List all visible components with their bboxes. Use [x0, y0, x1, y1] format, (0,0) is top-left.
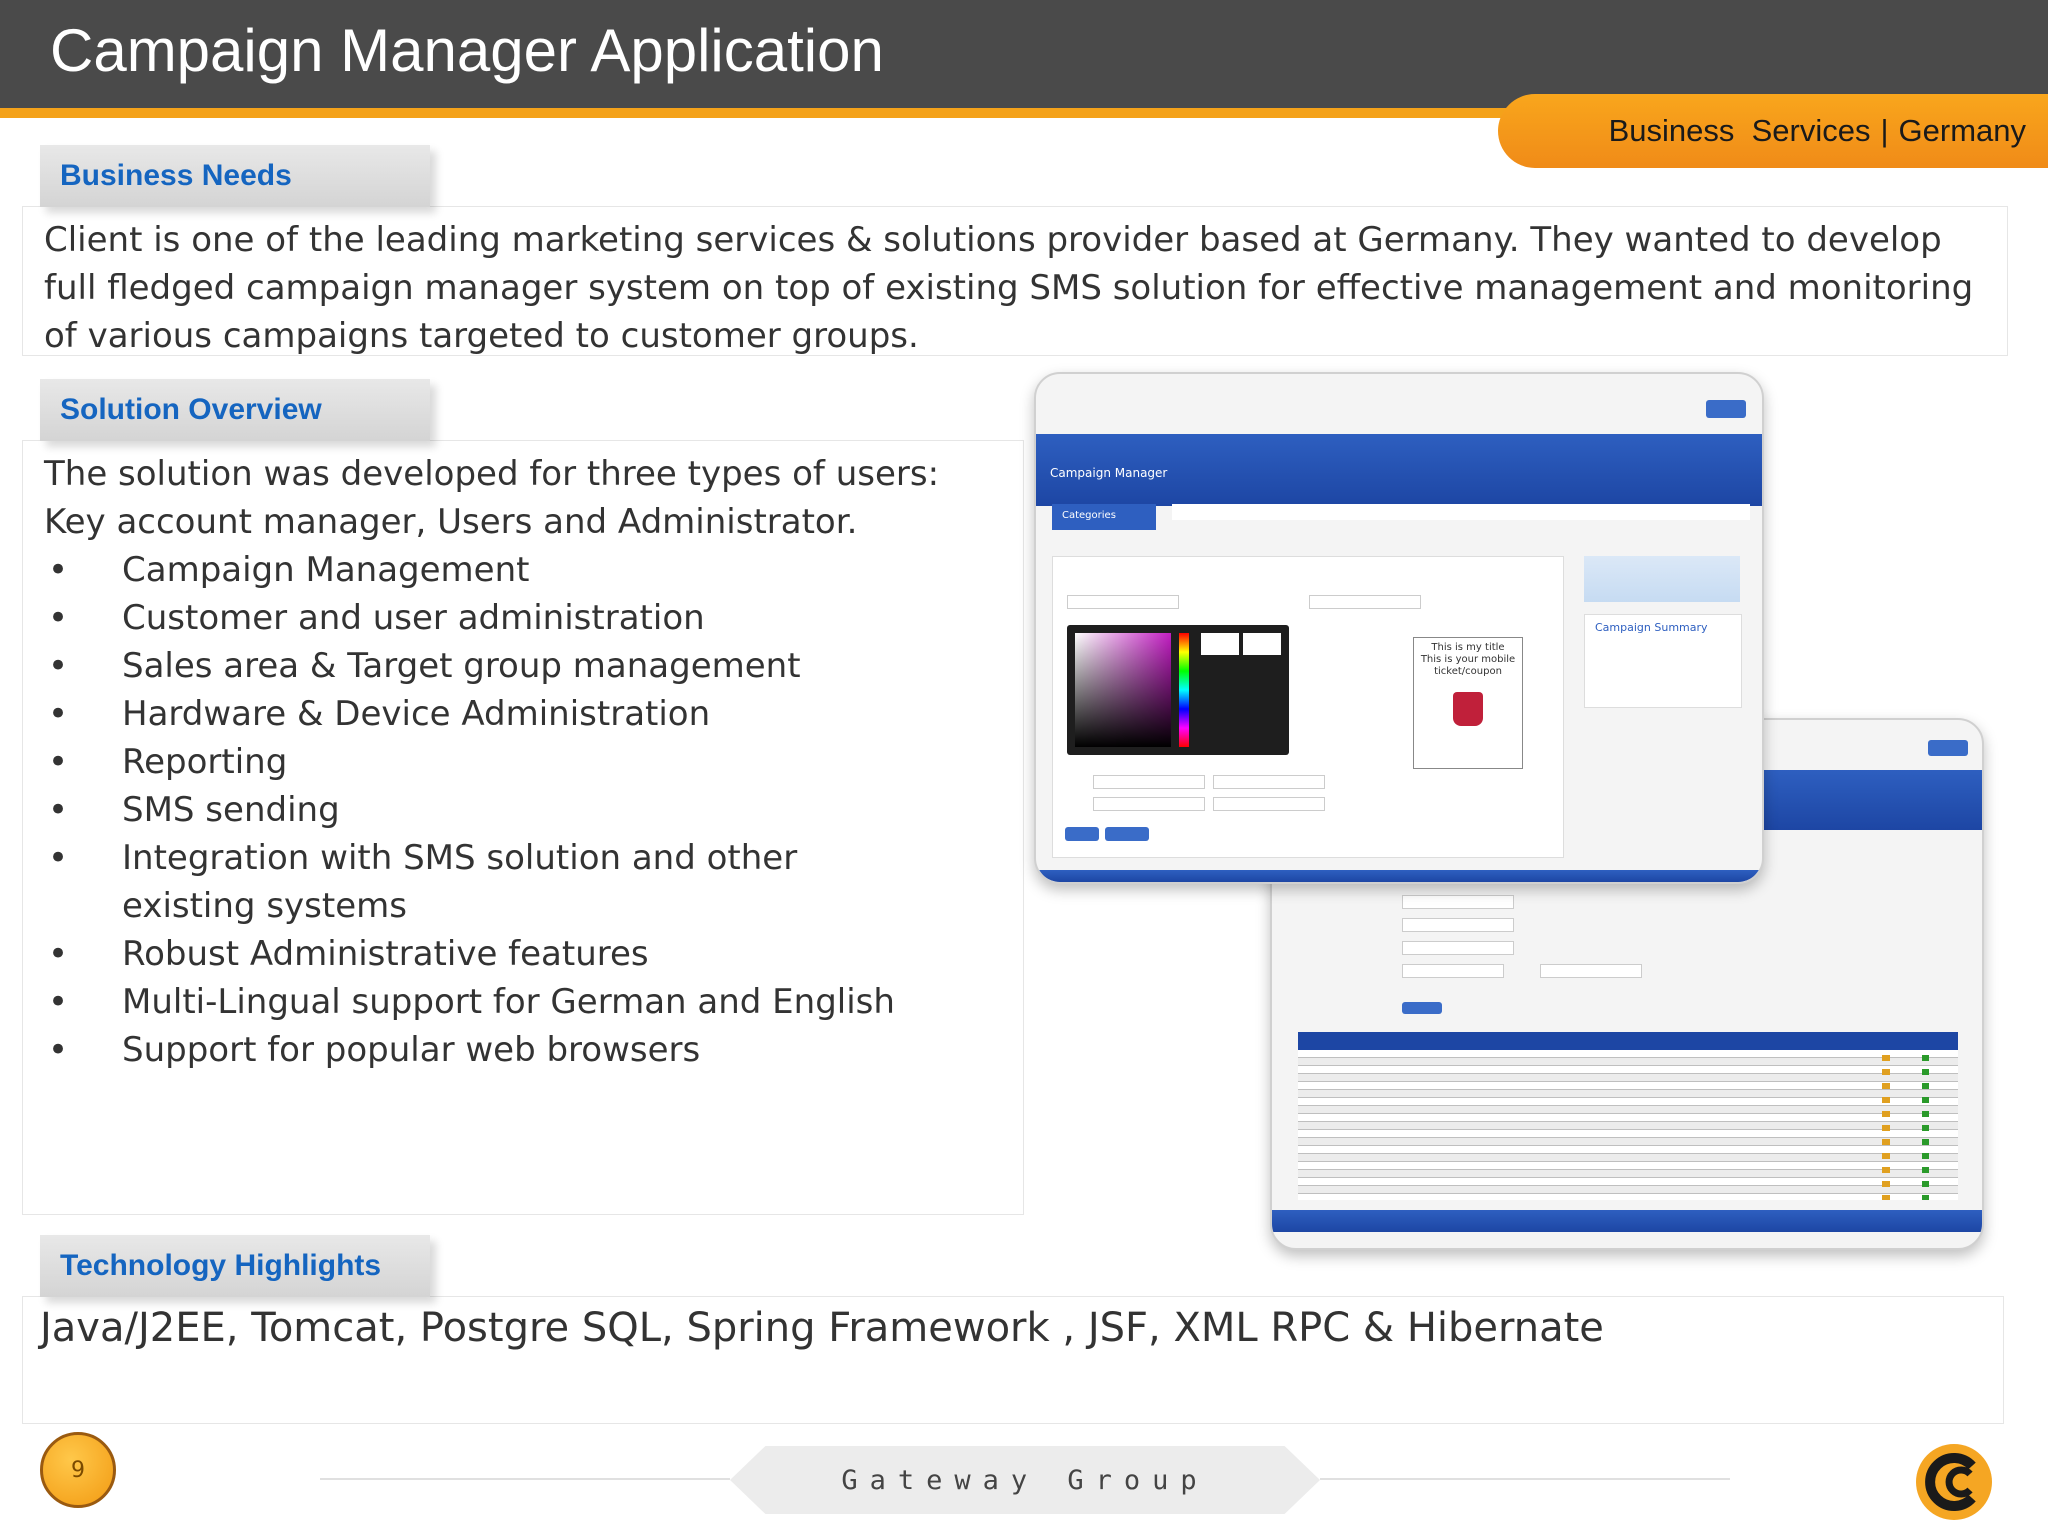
list-item: • Campaign Management: [44, 546, 1004, 594]
technology-highlights-text: Java/J2EE, Tomcat, Postgre SQL, Spring F…: [40, 1305, 1604, 1351]
bullet: •: [48, 694, 69, 734]
solution-overview-text: The solution was developed for three typ…: [44, 450, 1004, 1074]
list-item: • SMS sending: [44, 786, 1004, 834]
mock-login-button: [1706, 400, 1746, 418]
mock-select: [1093, 797, 1205, 811]
bullet: •: [48, 790, 69, 830]
bullet: •: [48, 598, 69, 638]
bullet: •: [48, 646, 69, 686]
list-item: • Reporting: [44, 738, 1004, 786]
mock-coupon-line: This is your mobile: [1420, 654, 1516, 665]
mock-color-gradient: [1075, 633, 1171, 747]
footer-divider: [320, 1478, 730, 1480]
mock-footer-bar: [1036, 870, 1762, 882]
bullet: •: [48, 838, 69, 878]
mock-filter-field: [1402, 895, 1514, 909]
mock-logout-button: [1928, 740, 1968, 756]
solution-intro-line-2: Key account manager, Users and Administr…: [44, 502, 858, 542]
bullet: •: [48, 982, 69, 1022]
mock-action-column: [1882, 1055, 1890, 1200]
list-item: • Hardware & Device Administration: [44, 690, 1004, 738]
list-item-text: SMS sending: [122, 790, 340, 830]
mock-categories-label: Categories: [1062, 510, 1116, 521]
region-country: Germany: [1898, 113, 2026, 148]
mock-save-button: [1065, 827, 1099, 841]
technology-highlights-heading: Technology Highlights: [40, 1235, 430, 1297]
list-item-text: Sales area & Target group management: [122, 646, 801, 686]
mock-select: [1213, 797, 1325, 811]
list-item-text: Customer and user administration: [122, 598, 705, 638]
mock-app-title: Campaign Manager: [1050, 466, 1168, 480]
list-item: • Customer and user administration: [44, 594, 1004, 642]
mock-status-column: [1922, 1055, 1929, 1200]
mock-table-body: [1298, 1050, 1958, 1200]
business-needs-heading: Business Needs: [40, 145, 430, 207]
gateway-logo-icon: [1916, 1444, 1992, 1520]
mock-filter-field: [1402, 941, 1514, 955]
mock-categories-tab: Categories: [1052, 504, 1156, 530]
list-item-text: Campaign Management: [122, 550, 530, 590]
list-item: • Support for popular web browsers: [44, 1026, 1004, 1074]
footer-brand: Gateway Group: [730, 1446, 1320, 1514]
mock-coupon-preview: This is my title This is your mobile tic…: [1413, 637, 1523, 769]
page-title: Campaign Manager Application: [50, 17, 884, 84]
mock-summary-header: [1584, 556, 1740, 602]
list-item: • Multi-Lingual support for German and En…: [44, 978, 1004, 1026]
mock-search-button: [1402, 1002, 1442, 1014]
mock-footer-bar: [1272, 1210, 1982, 1232]
mock-basket-icon: [1453, 692, 1483, 726]
mock-coupon-line: This is my title: [1431, 642, 1505, 653]
solution-overview-heading: Solution Overview: [40, 379, 430, 441]
list-item: • Sales area & Target group management: [44, 642, 1004, 690]
bullet: •: [48, 934, 69, 974]
business-needs-text: Client is one of the leading marketing s…: [44, 220, 1974, 356]
mock-coupon-line: ticket/coupon: [1434, 666, 1502, 677]
mock-swatch-old: [1243, 633, 1281, 655]
mock-swatch-new: [1201, 633, 1239, 655]
list-item-text: Robust Administrative features: [122, 934, 649, 974]
list-item-text: Integration with SMS solution and other …: [122, 838, 798, 926]
mock-date-field: [1402, 964, 1504, 978]
campaign-editor-screenshot: Campaign Manager Categories This is my t…: [1034, 372, 1764, 884]
footer-divider: [1320, 1478, 1730, 1480]
mock-color-field: [1309, 595, 1421, 609]
list-item-text: Hardware & Device Administration: [122, 694, 711, 734]
feature-list: • Campaign Management • Customer and user …: [44, 546, 1004, 1074]
mock-filter-field: [1402, 918, 1514, 932]
region-business-services: Business Services: [1608, 113, 1871, 148]
mock-table-header: [1298, 1032, 1958, 1050]
bullet: •: [48, 1030, 69, 1070]
mock-color-field: [1067, 595, 1179, 609]
mock-editor-panel: This is my title This is your mobile tic…: [1052, 556, 1564, 858]
bullet: •: [48, 550, 69, 590]
mock-summary-panel: Campaign Summary: [1584, 614, 1742, 708]
bullet: •: [48, 742, 69, 782]
list-item-text: Multi-Lingual support for German and Eng…: [122, 982, 895, 1022]
mock-color-picker: [1067, 625, 1289, 755]
list-item: • Robust Administrative features: [44, 930, 1004, 978]
mock-date-field: [1540, 964, 1642, 978]
mock-select: [1213, 775, 1325, 789]
mock-select: [1093, 775, 1205, 789]
mock-tabbar: [1172, 504, 1750, 520]
list-item-text: Reporting: [122, 742, 288, 782]
solution-intro-line-1: The solution was developed for three typ…: [44, 454, 940, 494]
mock-summary-title: Campaign Summary: [1595, 621, 1708, 634]
mock-hue-slider: [1179, 633, 1189, 747]
page-number-badge: 9: [40, 1432, 116, 1508]
list-item-text: Support for popular web browsers: [122, 1030, 701, 1070]
region-tab: Business Services | Germany: [1498, 94, 2048, 168]
region-separator: |: [1880, 113, 1889, 148]
mock-cancel-button: [1105, 827, 1149, 841]
list-item: • Integration with SMS solution and other…: [44, 834, 1004, 930]
